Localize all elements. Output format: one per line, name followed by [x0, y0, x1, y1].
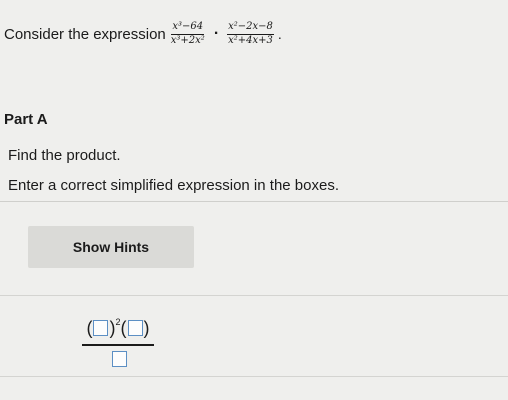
open-paren: (	[120, 318, 127, 338]
divider	[0, 376, 508, 377]
divider	[0, 295, 508, 296]
problem-prompt: Consider the expression	[4, 25, 166, 43]
close-paren: )	[143, 318, 150, 338]
part-instruction: Find the product.	[8, 147, 121, 164]
denominator-input[interactable]	[112, 351, 127, 367]
fraction-2-denominator: x²+4x+3	[228, 34, 273, 46]
problem-statement: Consider the expression x³−64 x³+2x² · x…	[4, 21, 282, 46]
expression-fraction-2: x²−2x−8 x²+4x+3	[227, 21, 274, 46]
fraction-1-numerator: x³−64	[171, 21, 205, 35]
part-title: Part A	[4, 111, 48, 128]
answer-fraction-template: ( ) 2 ( )	[82, 316, 154, 374]
divider	[0, 201, 508, 202]
numerator-input-1[interactable]	[93, 320, 109, 336]
fraction-1-denominator: x³+2x²	[170, 34, 205, 46]
multiply-operator: ·	[213, 25, 220, 42]
problem-period: .	[277, 26, 282, 42]
answer-numerator: ( ) 2 ( )	[82, 316, 154, 340]
show-hints-button[interactable]: Show Hints	[28, 226, 194, 268]
fraction-2-numerator: x²−2x−8	[227, 21, 274, 35]
answer-instruction: Enter a correct simplified expression in…	[8, 177, 339, 194]
fraction-bar	[82, 344, 154, 346]
numerator-input-2[interactable]	[127, 320, 143, 336]
expression-fraction-1: x³−64 x³+2x²	[170, 21, 206, 46]
open-paren: (	[86, 318, 93, 338]
